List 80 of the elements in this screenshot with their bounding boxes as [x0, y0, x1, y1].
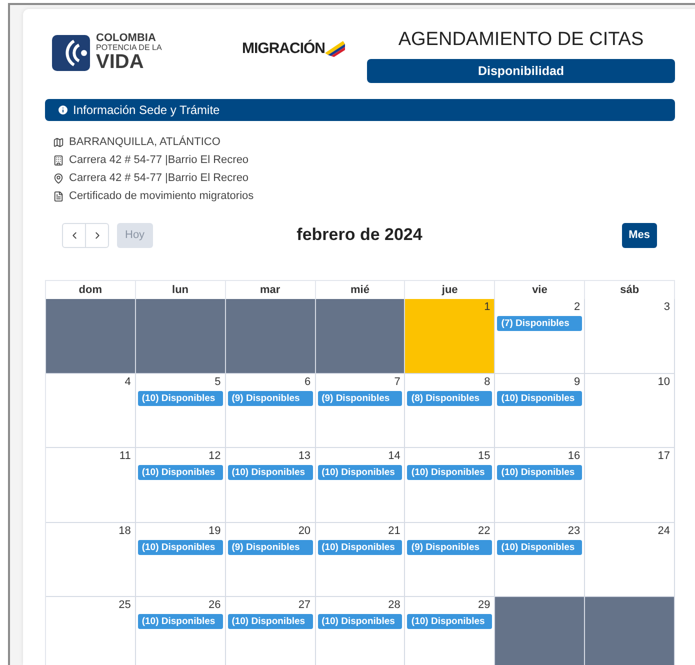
- day-number: 27: [298, 599, 312, 611]
- day-cell[interactable]: 20 (9) Disponibles: [226, 522, 316, 597]
- logo-text: VIDA: [96, 52, 145, 72]
- detail-text: Carrera 42 # 54-77 |Barrio El Recreo: [69, 154, 249, 166]
- day-cell[interactable]: 12 (10) Disponibles: [136, 448, 226, 522]
- logo-icon: [52, 34, 90, 70]
- day-cell[interactable]: 23 (10) Disponibles: [495, 522, 586, 597]
- day-number: 5: [214, 376, 222, 388]
- next-button[interactable]: [85, 222, 109, 248]
- day-number: 25: [118, 599, 132, 611]
- day-number: 7: [394, 376, 402, 388]
- detail-text: Carrera 42 # 54-77 |Barrio El Recreo: [69, 172, 249, 184]
- day-number: 29: [478, 599, 492, 611]
- day-number: 12: [208, 450, 222, 462]
- day-cell[interactable]: 25: [46, 597, 136, 665]
- flag-swoosh-icon: [325, 39, 345, 57]
- map-pin-icon: [53, 172, 64, 184]
- day-number: 11: [119, 450, 132, 462]
- day-number: 21: [388, 524, 402, 536]
- day-cell[interactable]: 3: [585, 299, 675, 374]
- month-title: febrero de 2024: [296, 225, 422, 245]
- day-cell[interactable]: 8 (8) Disponibles: [405, 374, 496, 448]
- day-cell[interactable]: 4: [46, 374, 136, 448]
- day-cell[interactable]: 27 (10) Disponibles: [226, 597, 316, 665]
- day-cell[interactable]: 11: [46, 448, 136, 522]
- day-cell[interactable]: 21 (10) Disponibles: [316, 522, 406, 597]
- logo-text: COLOMBIA: [96, 33, 157, 44]
- day-number: 26: [208, 599, 222, 611]
- day-cell[interactable]: 9 (10) Disponibles: [495, 374, 586, 448]
- logo-text: POTENCIA DE LA: [96, 44, 162, 52]
- day-cell[interactable]: 6 (9) Disponibles: [226, 374, 316, 448]
- day-cell[interactable]: 2 (7) Disponibles: [495, 299, 586, 374]
- day-number: 8: [484, 376, 492, 388]
- day-number: 19: [208, 524, 222, 536]
- info-icon: [57, 104, 69, 116]
- day-cell[interactable]: 16 (10) Disponibles: [495, 448, 586, 522]
- day-cell[interactable]: 28 (10) Disponibles: [316, 597, 406, 665]
- day-cell[interactable]: 24: [585, 522, 675, 597]
- building-icon: [53, 154, 64, 166]
- day-cell[interactable]: 26 (10) Disponibles: [136, 597, 226, 665]
- day-number: 2: [574, 301, 582, 313]
- day-cell[interactable]: 18: [46, 522, 136, 597]
- day-cell[interactable]: 13 (10) Disponibles: [226, 448, 316, 522]
- day-cell[interactable]: 15 (10) Disponibles: [405, 448, 496, 522]
- day-cell[interactable]: 22 (9) Disponibles: [405, 522, 496, 597]
- detail-text: Certificado de movimiento migratorios: [69, 190, 254, 202]
- day-number: 22: [478, 524, 492, 536]
- day-number: 28: [388, 599, 402, 611]
- day-cell[interactable]: 29 (10) Disponibles: [405, 597, 496, 665]
- day-number: 1: [484, 301, 492, 313]
- day-cell[interactable]: 1: [405, 299, 496, 374]
- detail-text: BARRANQUILLA, ATLÁNTICO: [69, 136, 220, 148]
- day-cell[interactable]: 5 (10) Disponibles: [136, 374, 226, 448]
- day-number: 24: [658, 524, 671, 536]
- day-number: 6: [304, 376, 312, 388]
- day-cell[interactable]: 7 (9) Disponibles: [316, 374, 406, 448]
- month-view-button[interactable]: Mes: [622, 222, 657, 248]
- info-bar-label: Información Sede y Trámite: [73, 103, 220, 117]
- day-cell[interactable]: 14 (10) Disponibles: [316, 448, 406, 522]
- day-number: 18: [118, 524, 132, 536]
- day-number: 20: [298, 524, 312, 536]
- day-number: 3: [664, 301, 671, 313]
- subtitle-bar: Disponibilidad: [367, 59, 675, 83]
- day-number: 17: [658, 450, 671, 462]
- day-number: 10: [658, 376, 671, 388]
- previous-button[interactable]: [62, 222, 86, 248]
- day-cell[interactable]: 10: [585, 374, 675, 448]
- map-icon: [53, 136, 64, 148]
- day-number: 16: [568, 450, 582, 462]
- page-title: AGENDAMIENTO DE CITAS: [398, 29, 644, 51]
- day-number: 9: [574, 376, 582, 388]
- day-number: 13: [298, 450, 312, 462]
- day-number: 23: [568, 524, 582, 536]
- day-number: 4: [124, 376, 132, 388]
- day-number: 15: [478, 450, 492, 462]
- day-cell[interactable]: 17: [585, 448, 675, 522]
- document-icon: [53, 190, 64, 202]
- day-cell[interactable]: 19 (10) Disponibles: [136, 522, 226, 597]
- day-number: 14: [388, 450, 402, 462]
- agency-logo-text: MIGRACIÓN: [242, 40, 325, 56]
